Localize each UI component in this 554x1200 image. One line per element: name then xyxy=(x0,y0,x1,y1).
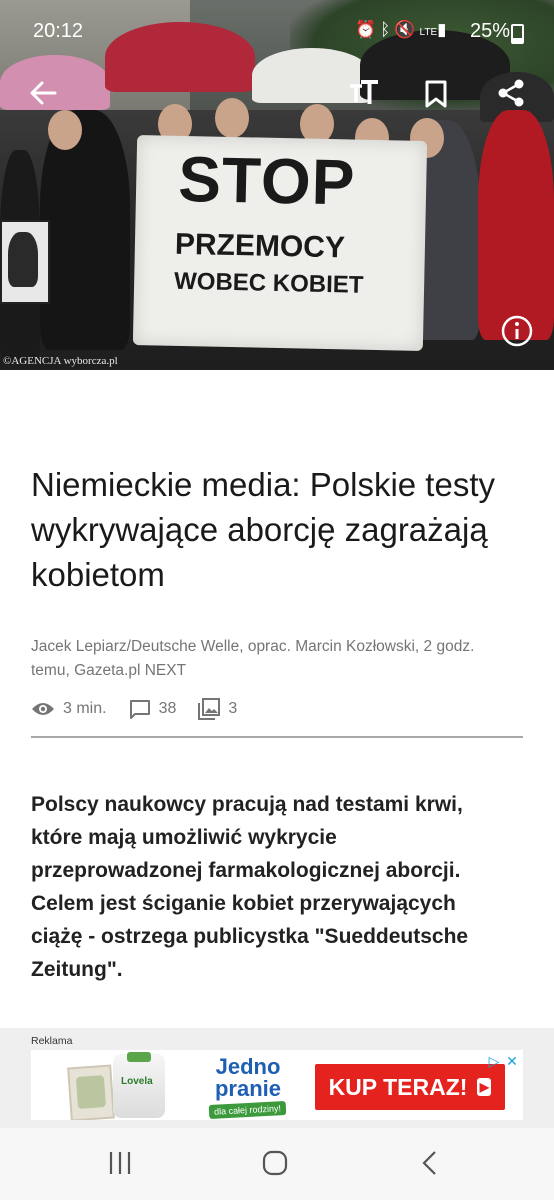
ad-photo xyxy=(67,1064,115,1120)
battery-icon xyxy=(511,24,524,44)
comments-count: 38 xyxy=(158,700,177,717)
protest-poster xyxy=(0,220,50,304)
ad-label: Reklama xyxy=(31,1035,73,1047)
protest-banner: STOP PRZEMOCY WOBEC KOBIET xyxy=(132,134,428,352)
photos-count: 3 xyxy=(228,700,238,717)
banner-line-3: WOBEC KOBIET xyxy=(173,267,364,299)
alarm-icon: ⏰ xyxy=(355,20,381,39)
ad-cta-button[interactable]: KUP TERAZ! ▶ xyxy=(315,1064,505,1110)
comments-link[interactable]: 38 xyxy=(129,699,177,719)
ad-cta-arrow-icon: ▶ xyxy=(477,1078,492,1096)
lte-icon: LTE xyxy=(419,27,438,38)
nav-back-icon[interactable] xyxy=(420,1150,440,1181)
eye-icon xyxy=(32,703,54,715)
protester-head xyxy=(48,110,82,150)
read-time-label: 3 min. xyxy=(63,700,107,717)
photo-credit: ©AGENCJA wyborcza.pl xyxy=(3,355,118,367)
article-lead: Polscy naukowcy pracują nad testami krwi… xyxy=(31,793,469,981)
home-icon[interactable] xyxy=(262,1150,288,1181)
ad-product: Lovela xyxy=(113,1052,165,1118)
gallery-icon xyxy=(198,698,221,720)
status-icons: ⏰ᛒ🔇LTE▮ xyxy=(355,20,451,40)
bluetooth-icon: ᛒ xyxy=(380,20,395,39)
article-title: Niemieckie media: Polskie testy wykrywaj… xyxy=(31,466,495,593)
protester-head xyxy=(215,98,249,138)
ad-choices[interactable]: ▷ ✕ xyxy=(485,1052,521,1070)
divider xyxy=(31,736,523,738)
system-nav-bar xyxy=(0,1128,554,1200)
ad-slogan: Jedno pranie dla całej rodziny! xyxy=(193,1054,303,1120)
info-icon[interactable] xyxy=(500,314,534,348)
status-time: 20:12 xyxy=(33,20,84,42)
protester xyxy=(478,110,554,340)
banner-line-1: STOP xyxy=(177,142,357,219)
ad-close-icon[interactable]: ✕ xyxy=(503,1052,521,1070)
article-byline[interactable]: Jacek Lepiarz/Deutsche Welle, oprac. Mar… xyxy=(31,635,511,683)
article-meta: 3 min. 38 3 xyxy=(31,698,259,720)
banner-line-2: PRZEMOCY xyxy=(174,227,346,265)
protester xyxy=(40,110,130,350)
recent-apps-icon[interactable] xyxy=(107,1150,133,1181)
text-size-icon[interactable] xyxy=(348,80,380,106)
mute-icon: 🔇 xyxy=(394,20,420,39)
ad-brand: Lovela xyxy=(121,1076,153,1087)
signal-icon: ▮ xyxy=(437,20,451,39)
share-icon[interactable] xyxy=(496,78,526,108)
ad-cta-label: KUP TERAZ! xyxy=(328,1073,468,1100)
status-bar: 20:12 ⏰ᛒ🔇LTE▮ 25% xyxy=(0,0,554,64)
gallery-link[interactable]: 3 xyxy=(198,698,237,720)
bookmark-icon[interactable] xyxy=(424,80,448,108)
adchoices-icon[interactable]: ▷ xyxy=(485,1052,503,1070)
read-time: 3 min. xyxy=(31,700,107,718)
back-arrow-icon[interactable] xyxy=(28,78,58,108)
battery-percent: 25% xyxy=(470,20,511,42)
ad-banner[interactable]: Lovela Jedno pranie dla całej rodziny! K… xyxy=(31,1050,523,1120)
ad-slogan-sub: dla całej rodziny! xyxy=(209,1100,287,1120)
comment-icon xyxy=(129,700,150,719)
ad-container: Reklama Lovela Jedno pranie dla całej ro… xyxy=(0,1028,554,1128)
ad-slogan-main: Jedno pranie xyxy=(214,1054,282,1101)
